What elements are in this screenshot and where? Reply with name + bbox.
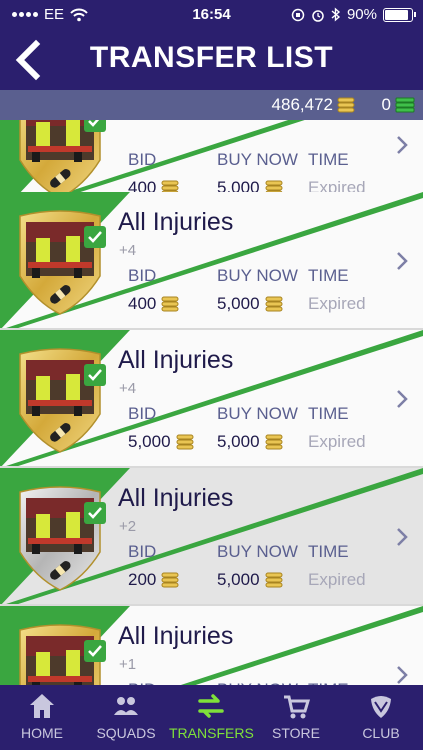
bid-value: 400 — [128, 294, 179, 314]
tab-label: STORE — [272, 725, 320, 741]
cart-icon — [284, 695, 311, 719]
check-icon — [84, 120, 106, 132]
bid-label: BID — [128, 404, 157, 423]
page-header: TRANSFER LIST — [0, 30, 423, 90]
time-label: TIME — [308, 266, 349, 285]
points-balance: 0 — [382, 95, 415, 115]
bluetooth-icon — [331, 7, 341, 22]
item-count: +1 — [119, 656, 137, 673]
item-count: +4 — [119, 242, 137, 259]
item-card — [14, 344, 106, 454]
list-item-4[interactable]: All Injuries +2 BID BUY NOW TIME 200 5,0… — [0, 468, 423, 606]
tab-bar: HOME SQUADS TRANSFERS STORE CLUB — [0, 685, 423, 750]
item-count: +4 — [119, 380, 137, 397]
time-label: TIME — [308, 150, 349, 169]
tab-club[interactable]: CLUB — [339, 685, 423, 750]
tab-transfers[interactable]: TRANSFERS — [169, 685, 254, 750]
chevron-right-icon — [397, 252, 408, 270]
check-icon — [84, 226, 106, 248]
buy-now-label: BUY NOW — [217, 404, 298, 423]
tab-store[interactable]: STORE — [254, 685, 338, 750]
rotation-lock-icon — [291, 8, 305, 21]
time-value: Expired — [308, 432, 366, 451]
item-card — [14, 482, 106, 592]
points-value: 0 — [381, 95, 391, 114]
bid-label: BID — [128, 266, 157, 285]
item-card — [14, 620, 106, 685]
list-item-3[interactable]: All Injuries +4 BID BUY NOW TIME 5,000 5… — [0, 330, 423, 468]
alarm-icon — [312, 9, 324, 22]
tab-squads[interactable]: SQUADS — [84, 685, 168, 750]
time-value: Expired — [308, 294, 366, 313]
coin-stack-icon — [161, 296, 179, 312]
tab-label: CLUB — [362, 725, 400, 741]
coin-stack-icon — [176, 434, 194, 450]
coins-value: 486,472 — [271, 95, 333, 114]
item-name: All Injuries — [118, 346, 234, 374]
bid-value: 200 — [128, 570, 179, 590]
wallet-bar: 486,472 0 — [0, 90, 423, 120]
chevron-right-icon — [397, 136, 408, 154]
chevron-right-icon — [397, 390, 408, 408]
buy-now-label: BUY NOW — [217, 266, 298, 285]
home-icon — [30, 694, 54, 718]
squads-icon — [114, 697, 138, 715]
time-label: TIME — [308, 404, 349, 423]
tab-label: SQUADS — [96, 725, 156, 741]
transfer-list: BID BUY NOW TIME 400 5,000 Expired All I… — [0, 120, 423, 685]
item-card — [14, 120, 106, 200]
bid-label: BID — [128, 542, 157, 561]
tab-label: HOME — [21, 725, 63, 741]
coins-balance: 486,472 — [272, 95, 355, 115]
coin-stack-icon — [265, 296, 283, 312]
bid-label: BID — [128, 150, 157, 169]
coin-stack-icon — [161, 572, 179, 588]
points-stack-icon — [395, 97, 415, 113]
club-icon — [371, 696, 391, 718]
bid-value: 5,000 — [128, 432, 194, 452]
battery-percent: 90% — [346, 6, 377, 23]
time-value: Expired — [308, 570, 366, 589]
buy-now-value: 5,000 — [217, 432, 283, 452]
item-name: All Injuries — [118, 622, 234, 650]
list-item-2[interactable]: All Injuries +4 BID BUY NOW TIME 400 5,0… — [0, 192, 423, 330]
buy-now-value: 5,000 — [217, 570, 283, 590]
battery-icon — [383, 7, 416, 22]
transfer-arrows-icon — [198, 694, 224, 718]
list-item-5[interactable]: All Injuries +1 BID BUY NOW TIME — [0, 606, 423, 685]
item-count: +2 — [119, 518, 137, 535]
item-name: All Injuries — [118, 484, 234, 512]
chevron-right-icon — [397, 528, 408, 546]
check-icon — [84, 502, 106, 524]
time-label: TIME — [308, 542, 349, 561]
buy-now-value: 5,000 — [217, 294, 283, 314]
status-bar: EE 16:54 90% — [0, 0, 423, 30]
buy-now-label: BUY NOW — [217, 150, 298, 169]
chevron-right-icon — [397, 666, 408, 684]
tab-home[interactable]: HOME — [0, 685, 84, 750]
coin-stack-icon — [337, 97, 355, 113]
coin-stack-icon — [265, 572, 283, 588]
check-icon — [84, 364, 106, 386]
tab-label: TRANSFERS — [169, 725, 254, 741]
check-icon — [84, 640, 106, 662]
buy-now-label: BUY NOW — [217, 542, 298, 561]
coin-stack-icon — [265, 434, 283, 450]
page-title: TRANSFER LIST — [89, 41, 334, 74]
item-name: All Injuries — [118, 208, 234, 236]
item-card — [14, 206, 106, 316]
